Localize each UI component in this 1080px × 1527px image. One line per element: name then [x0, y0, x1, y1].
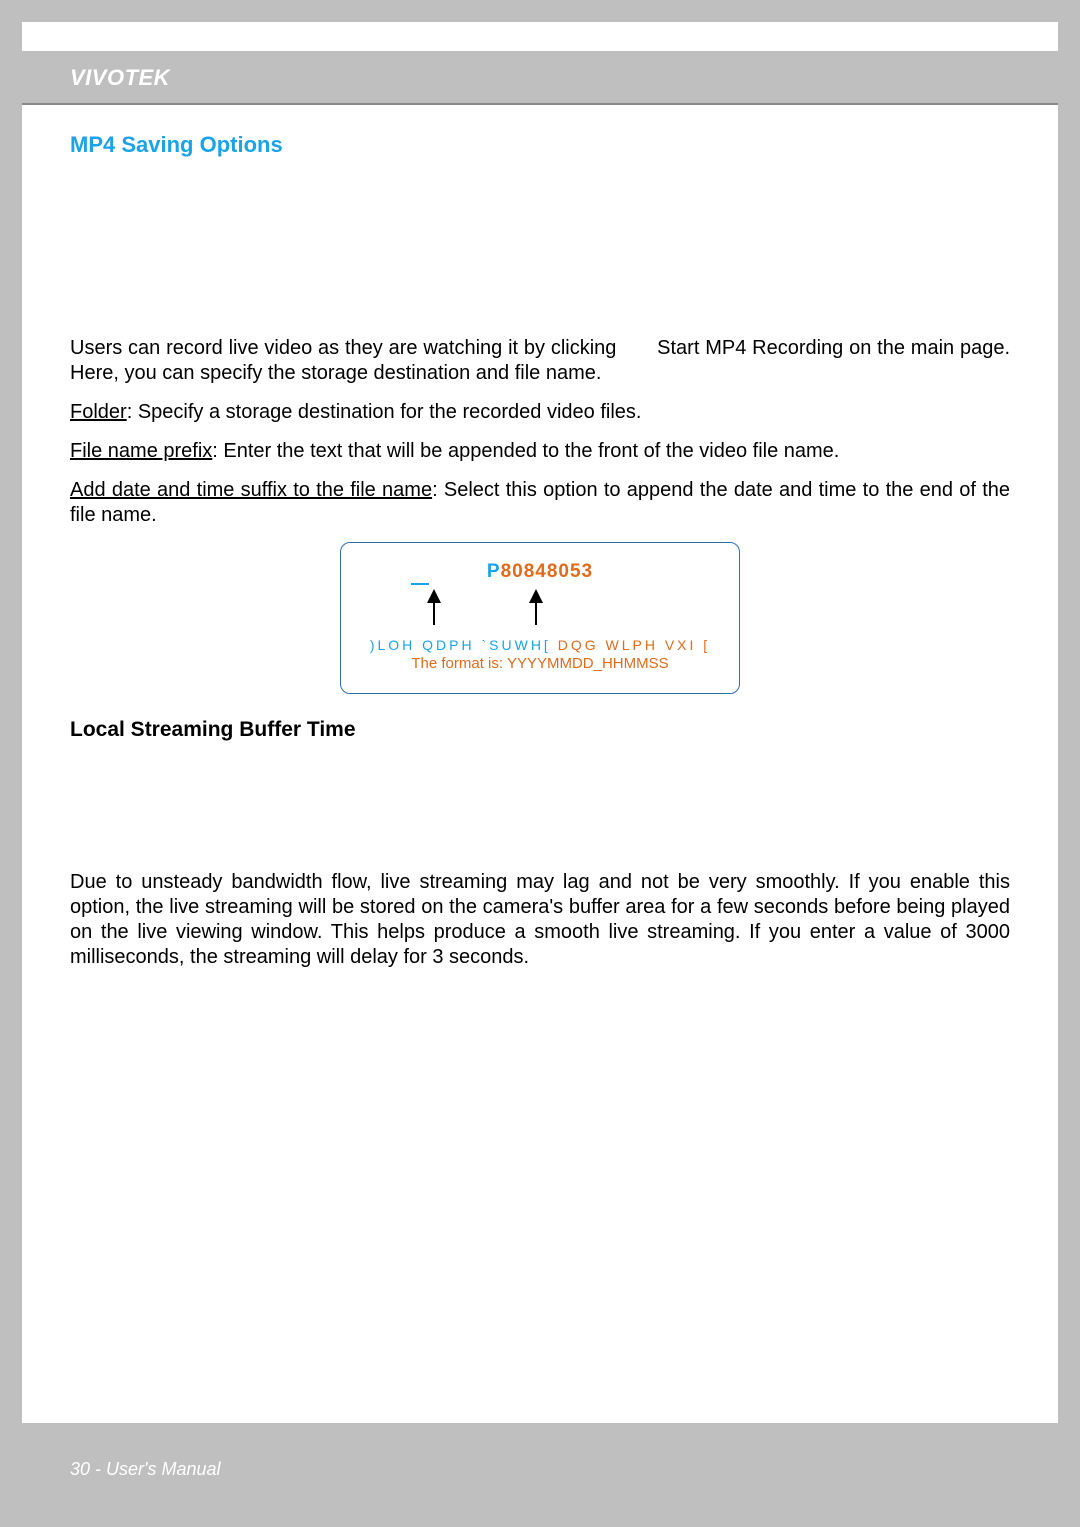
diagram-code-prefix: P	[487, 561, 501, 582]
content-area: MP4 Saving Options Users can record live…	[70, 122, 1010, 984]
diagram-wrap: P80848053 )LOH QDPH `SUWH[ DQG WLPH VXI …	[70, 542, 1010, 694]
diagram-line2: The format is: YYYYMMDD_HHMMSS	[341, 655, 739, 672]
page: VIVOTEK MP4 Saving Options Users can rec…	[22, 22, 1058, 1505]
arrow-up-icon	[433, 591, 435, 625]
diagram-code-rest: 80848053	[501, 561, 594, 582]
footer-page-label: 30 - User's Manual	[70, 1459, 221, 1480]
prefix-text: : Enter the text that will be appended t…	[212, 440, 839, 462]
prefix-label: File name prefix	[70, 440, 212, 462]
buffer-body: Due to unsteady bandwidth flow, live str…	[70, 870, 1010, 970]
diagram-underline	[411, 583, 429, 585]
suffix-label: Add date and time suffix to the file nam…	[70, 479, 432, 501]
diagram-line1-blue: )LOH QDPH `SUWH[	[370, 637, 551, 653]
diagram-code: P80848053	[487, 561, 593, 583]
section-title-mp4: MP4 Saving Options	[70, 132, 1010, 158]
mp4-intro: Users can record live video as they are …	[70, 336, 1010, 386]
diagram-line1: )LOH QDPH `SUWH[ DQG WLPH VXI [	[341, 637, 739, 653]
mp4-suffix: Add date and time suffix to the file nam…	[70, 478, 1010, 528]
mp4-prefix: File name prefix: Enter the text that wi…	[70, 439, 1010, 464]
mp4-folder: Folder: Specify a storage destination fo…	[70, 400, 1010, 425]
spacer	[70, 176, 1010, 336]
diagram-line1-orange: DQG WLPH VXI [	[558, 637, 710, 653]
folder-text: : Specify a storage destination for the …	[127, 401, 642, 423]
spacer	[70, 760, 1010, 870]
footer-band: 30 - User's Manual	[22, 1423, 1058, 1505]
filename-diagram: P80848053 )LOH QDPH `SUWH[ DQG WLPH VXI …	[340, 542, 740, 694]
header-band: VIVOTEK	[22, 51, 1058, 105]
section-title-buffer: Local Streaming Buffer Time	[70, 718, 1010, 742]
folder-label: Folder	[70, 401, 127, 423]
mp4-intro-a: Users can record live video as they are …	[70, 337, 616, 359]
brand-label: VIVOTEK	[70, 65, 170, 91]
arrow-up-icon	[535, 591, 537, 625]
